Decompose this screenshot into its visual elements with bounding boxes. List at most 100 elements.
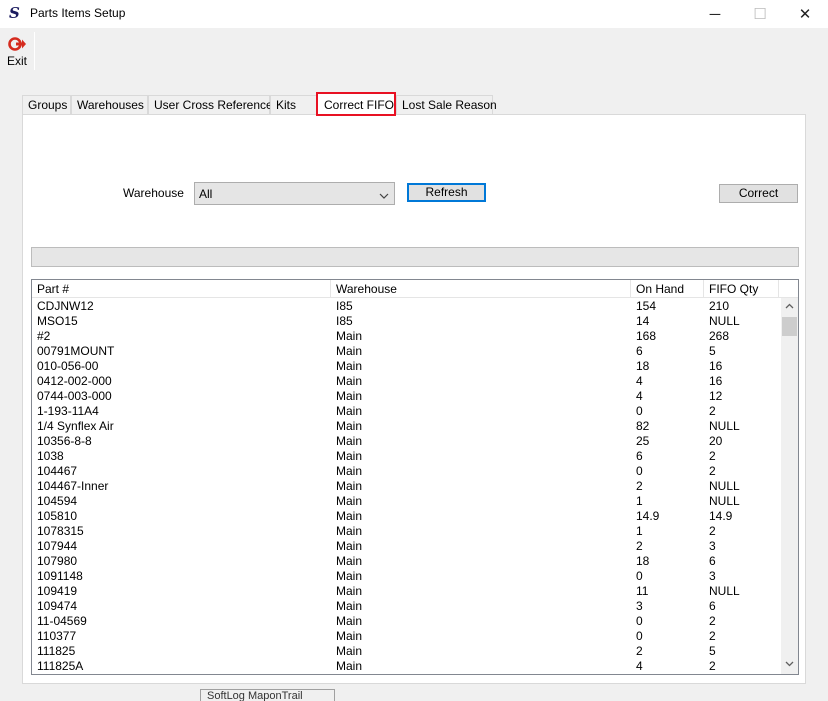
vertical-scrollbar[interactable]	[781, 298, 798, 674]
table-row[interactable]: 010-056-00 Main 18 16	[32, 359, 780, 374]
cell-fifo-qty: NULL	[709, 494, 740, 508]
cell-on-hand: 0	[636, 464, 643, 478]
table-row[interactable]: 107980 Main 18 6	[32, 554, 780, 569]
cell-on-hand: 2	[636, 539, 643, 553]
table-row[interactable]: 105810 Main 14.9 14.9	[32, 509, 780, 524]
warehouse-label: Warehouse	[123, 186, 184, 200]
toolbar-separator	[34, 32, 35, 70]
cell-part: 1/4 Synflex Air	[37, 419, 114, 433]
cell-part: 107980	[37, 554, 78, 568]
window-title: Parts Items Setup	[30, 6, 126, 20]
cell-part: CDJNW12	[37, 299, 94, 313]
tab-user-cross-reference[interactable]: User Cross Reference	[148, 95, 273, 115]
bottom-partial-tab[interactable]: SoftLog MaponTrail	[200, 689, 335, 701]
cell-on-hand: 2	[636, 644, 643, 658]
cell-part: 1091148	[37, 569, 83, 583]
cell-part: 11-04569	[37, 614, 87, 628]
correct-fifo-panel: Warehouse All Refresh Correct Part # War…	[22, 114, 806, 684]
table-row[interactable]: 1/4 Synflex Air Main 82 NULL	[32, 419, 780, 434]
cell-part: 111825	[37, 644, 76, 658]
table-row[interactable]: MSO15 I85 14 NULL	[32, 314, 780, 329]
refresh-button[interactable]: Refresh	[407, 183, 486, 202]
cell-warehouse: Main	[336, 614, 363, 628]
table-row[interactable]: 1-193-11A4 Main 0 2	[32, 404, 780, 419]
scroll-thumb[interactable]	[782, 317, 797, 336]
table-row[interactable]: 1078315 Main 1 2	[32, 524, 780, 539]
cell-on-hand: 0	[636, 404, 643, 418]
scroll-up-icon[interactable]	[781, 300, 798, 317]
warehouse-select[interactable]: All	[194, 182, 395, 205]
table-row[interactable]: 107944 Main 2 3	[32, 539, 780, 554]
cell-part: 104594	[37, 494, 78, 508]
cell-fifo-qty: 268	[709, 329, 730, 343]
cell-warehouse: Main	[336, 389, 363, 403]
cell-part: 010-056-00	[37, 359, 99, 373]
cell-on-hand: 1	[636, 494, 643, 508]
cell-warehouse: Main	[336, 374, 363, 388]
cell-part: 109419	[37, 584, 78, 598]
cell-on-hand: 11	[636, 584, 649, 598]
cell-on-hand: 25	[636, 434, 650, 448]
cell-warehouse: Main	[336, 464, 363, 478]
table-row[interactable]: 10356-8-8 Main 25 20	[32, 434, 780, 449]
cell-part: 10356-8-8	[37, 434, 92, 448]
table-row[interactable]: 111825 Main 2 5	[32, 644, 780, 659]
cell-on-hand: 1	[636, 524, 643, 538]
cell-part: 0412-002-000	[37, 374, 112, 388]
cell-warehouse: Main	[336, 404, 363, 418]
table-row[interactable]: 0744-003-000 Main 4 12	[32, 389, 780, 404]
cell-on-hand: 18	[636, 359, 650, 373]
cell-part: #2	[37, 329, 51, 343]
cell-on-hand: 14.9	[636, 509, 660, 523]
minimize-button[interactable]: ─	[692, 0, 738, 28]
table-row[interactable]: 111825A Main 4 2	[32, 659, 780, 674]
correct-button[interactable]: Correct	[719, 184, 798, 203]
column-header-part[interactable]: Part #	[32, 280, 331, 298]
close-button[interactable]: ✕	[782, 0, 828, 28]
table-row[interactable]: 104467 Main 0 2	[32, 464, 780, 479]
scroll-down-icon[interactable]	[781, 657, 798, 674]
cell-warehouse: Main	[336, 569, 363, 583]
cell-warehouse: Main	[336, 434, 363, 448]
table-row[interactable]: 0412-002-000 Main 4 16	[32, 374, 780, 389]
app-logo-icon: S	[9, 4, 20, 22]
exit-button[interactable]: Exit	[4, 36, 30, 72]
cell-on-hand: 154	[636, 299, 657, 313]
table-row[interactable]: 1038 Main 6 2	[32, 449, 780, 464]
cell-fifo-qty: 14.9	[709, 509, 733, 523]
tab-groups[interactable]: Groups	[22, 95, 71, 115]
cell-fifo-qty: 20	[709, 434, 723, 448]
title-bar: S Parts Items Setup ─ ☐ ✕	[0, 0, 828, 28]
cell-on-hand: 0	[636, 629, 643, 643]
maximize-button[interactable]: ☐	[737, 0, 783, 28]
table-row[interactable]: 104467-Inner Main 2 NULL	[32, 479, 780, 494]
tab-warehouses[interactable]: Warehouses	[71, 95, 148, 115]
table-row[interactable]: 110377 Main 0 2	[32, 629, 780, 644]
column-header-fifo-qty[interactable]: FIFO Qty	[704, 280, 779, 298]
cell-part: MSO15	[37, 314, 78, 328]
column-header-warehouse[interactable]: Warehouse	[331, 280, 631, 298]
cell-on-hand: 0	[636, 569, 643, 583]
tab-correct-fifo[interactable]: Correct FIFO	[316, 92, 396, 116]
cell-fifo-qty: 2	[709, 404, 716, 418]
column-header-on-hand[interactable]: On Hand	[631, 280, 704, 298]
table-row[interactable]: 00791MOUNT Main 6 5	[32, 344, 780, 359]
cell-fifo-qty: NULL	[709, 314, 740, 328]
cell-warehouse: Main	[336, 644, 363, 658]
fifo-grid: Part # Warehouse On Hand FIFO Qty CDJNW1…	[31, 279, 799, 675]
table-row[interactable]: 104594 Main 1 NULL	[32, 494, 780, 509]
cell-part: 109474	[37, 599, 78, 613]
cell-part: 111825A	[37, 659, 84, 673]
cell-on-hand: 6	[636, 449, 643, 463]
tab-kits[interactable]: Kits	[270, 95, 317, 115]
cell-fifo-qty: 2	[709, 614, 716, 628]
table-row[interactable]: 11-04569 Main 0 2	[32, 614, 780, 629]
table-row[interactable]: CDJNW12 I85 154 210	[32, 299, 780, 314]
table-row[interactable]: 109474 Main 3 6	[32, 599, 780, 614]
cell-fifo-qty: 2	[709, 449, 716, 463]
table-row[interactable]: #2 Main 168 268	[32, 329, 780, 344]
cell-on-hand: 6	[636, 344, 643, 358]
table-row[interactable]: 1091148 Main 0 3	[32, 569, 780, 584]
table-row[interactable]: 109419 Main 11 NULL	[32, 584, 780, 599]
tab-lost-sale-reason[interactable]: Lost Sale Reason	[396, 95, 497, 115]
